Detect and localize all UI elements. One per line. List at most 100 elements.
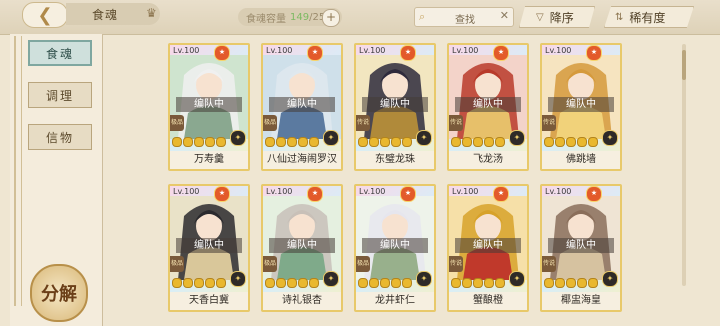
star-icon — [265, 278, 275, 288]
back-arrow-icon: ❮ — [37, 4, 53, 26]
star-icon — [380, 137, 390, 147]
star-icon — [402, 278, 412, 288]
star-icon — [577, 137, 587, 147]
sort-order-button[interactable]: ▽ 降序 — [519, 6, 595, 28]
star-icon — [380, 278, 390, 288]
star-icon — [369, 137, 379, 147]
flame-badge-icon: ★ — [400, 45, 416, 61]
card-name: 蟹酿橙 — [449, 292, 527, 310]
in-team-label: 编队中 — [548, 238, 614, 253]
rarity-tag: 极品 — [356, 256, 370, 272]
food-soul-card[interactable]: Lv.100 ★ 编队中 极品 ✦ 龙井虾仁 — [354, 184, 436, 312]
star-icon — [495, 137, 505, 147]
star-icon — [473, 137, 483, 147]
star-icon — [265, 137, 275, 147]
star-icon — [451, 278, 461, 288]
star-icon — [298, 137, 308, 147]
level-label: Lv.100 — [266, 46, 293, 55]
star-icon — [484, 278, 494, 288]
star-rating — [358, 137, 413, 147]
top-bar: ❮ 食魂 ♛ 食魂容量 149 /250 + ⌕ 查找 ✕ ▽ 降序 ⇅ 稀有度 — [0, 0, 720, 35]
flame-badge-icon: ★ — [400, 186, 416, 202]
star-icon — [194, 137, 204, 147]
star-icon — [183, 278, 193, 288]
star-icon — [588, 137, 598, 147]
star-icon — [462, 278, 472, 288]
level-label: Lv.100 — [266, 187, 293, 196]
card-name: 飞龙汤 — [449, 151, 527, 169]
flame-badge-icon: ★ — [214, 45, 230, 61]
food-soul-card[interactable]: Lv.100 ★ 编队中 传说 ✦ 东璧龙珠 — [354, 43, 436, 171]
star-icon — [276, 278, 286, 288]
triangle-down-icon: ▽ — [536, 11, 544, 23]
star-icon — [495, 278, 505, 288]
sort-arrows-icon: ⇅ — [615, 11, 624, 23]
star-rating — [265, 278, 320, 288]
level-label: Lv.100 — [545, 187, 572, 196]
star-icon — [451, 137, 461, 147]
level-label: Lv.100 — [452, 46, 479, 55]
sidebar-decoration — [14, 36, 22, 306]
rarity-tag: 极品 — [263, 115, 277, 131]
level-label: Lv.100 — [173, 46, 200, 55]
scrollbar-thumb[interactable] — [682, 50, 686, 80]
food-soul-card[interactable]: Lv.100 ★ 编队中 极品 ✦ 八仙过海闹罗汉 — [261, 43, 343, 171]
in-team-label: 编队中 — [269, 97, 335, 112]
scrollbar[interactable] — [682, 44, 686, 286]
star-rating — [451, 137, 506, 147]
sort-rarity-button[interactable]: ⇅ 稀有度 — [604, 6, 694, 28]
card-name: 东璧龙珠 — [356, 151, 434, 169]
star-icon — [216, 278, 226, 288]
food-soul-card[interactable]: Lv.100 ★ 编队中 传说 ✦ 佛跳墙 — [540, 43, 622, 171]
card-name: 佛跳墙 — [542, 151, 620, 169]
food-soul-card[interactable]: Lv.100 ★ 编队中 传说 ✦ 飞龙汤 — [447, 43, 529, 171]
star-icon — [473, 278, 483, 288]
rarity-tag: 传说 — [542, 256, 556, 272]
capacity-current: 149 — [290, 11, 310, 23]
sort-order-label: 降序 — [549, 10, 574, 25]
search-placeholder: 查找 — [455, 15, 475, 26]
flame-badge-icon: ★ — [493, 186, 509, 202]
element-icon: ✦ — [509, 130, 525, 146]
rarity-tag: 传说 — [449, 115, 463, 131]
star-icon — [544, 137, 554, 147]
level-label: Lv.100 — [452, 187, 479, 196]
star-icon — [462, 137, 472, 147]
element-icon: ✦ — [416, 130, 432, 146]
card-name: 椰盅海皇 — [542, 292, 620, 310]
element-icon: ✦ — [509, 271, 525, 287]
food-soul-card[interactable]: Lv.100 ★ 编队中 传说 ✦ 椰盅海皇 — [540, 184, 622, 312]
star-icon — [391, 278, 401, 288]
tab-seasoning[interactable]: 调理 — [28, 82, 92, 108]
element-icon: ✦ — [323, 271, 339, 287]
card-name: 诗礼银杏 — [263, 292, 341, 310]
expand-capacity-button[interactable]: + — [322, 9, 340, 27]
rarity-tag: 传说 — [542, 115, 556, 131]
star-icon — [298, 278, 308, 288]
element-icon: ✦ — [416, 271, 432, 287]
star-icon — [205, 137, 215, 147]
decompose-button[interactable]: 分解 — [30, 264, 88, 322]
tab-food-soul[interactable]: 食魂 — [28, 40, 92, 66]
element-icon: ✦ — [230, 130, 246, 146]
in-team-label: 编队中 — [269, 238, 335, 253]
clear-search-icon[interactable]: ✕ — [500, 9, 509, 22]
element-icon: ✦ — [602, 271, 618, 287]
tab-tokens[interactable]: 信物 — [28, 124, 92, 150]
food-soul-card[interactable]: Lv.100 ★ 编队中 极品 ✦ 万寿羹 — [168, 43, 250, 171]
flame-badge-icon: ★ — [493, 45, 509, 61]
food-soul-card[interactable]: Lv.100 ★ 编队中 极品 ✦ 诗礼银杏 — [261, 184, 343, 312]
food-soul-card[interactable]: Lv.100 ★ 编队中 极品 ✦ 天香白冀 — [168, 184, 250, 312]
star-icon — [172, 137, 182, 147]
plus-icon: + — [325, 10, 337, 24]
back-button[interactable]: ❮ — [22, 2, 68, 28]
level-label: Lv.100 — [173, 187, 200, 196]
search-input[interactable]: ⌕ 查找 ✕ — [414, 7, 514, 27]
rarity-tag: 极品 — [263, 256, 277, 272]
rarity-tag: 极品 — [170, 115, 184, 131]
star-icon — [391, 137, 401, 147]
star-icon — [369, 278, 379, 288]
food-soul-card[interactable]: Lv.100 ★ 编队中 传说 ✦ 蟹酿橙 — [447, 184, 529, 312]
star-icon — [555, 278, 565, 288]
star-icon — [484, 137, 494, 147]
